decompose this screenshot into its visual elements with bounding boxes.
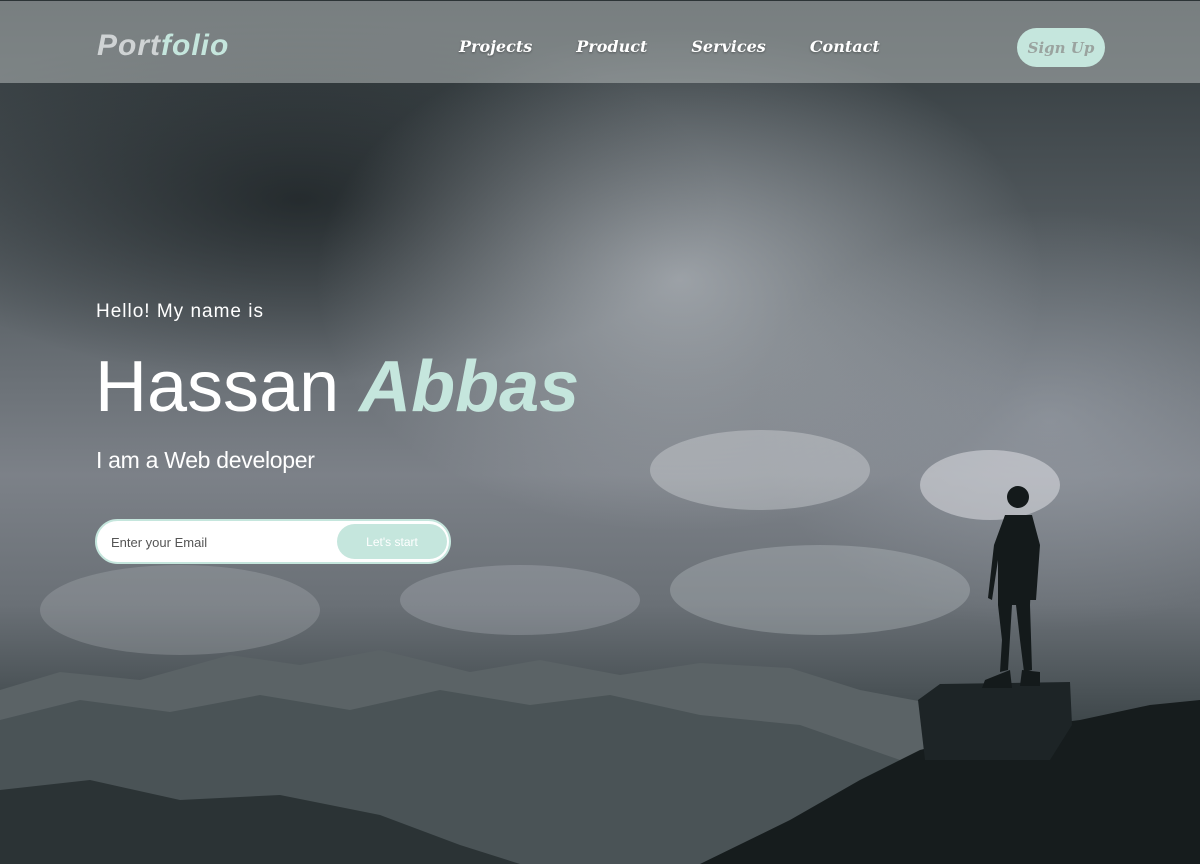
lets-start-button[interactable]: Let's start [337,524,447,559]
navbar: Portfolio Projects Product Services Cont… [0,0,1200,83]
sign-up-button[interactable]: Sign Up [1017,28,1105,67]
logo-text-part1: Port [97,29,161,62]
hero-background-image [0,0,1200,864]
email-input[interactable] [109,521,338,562]
hero-role: I am a Web developer [96,447,315,473]
hero-last-name: Abbas [359,347,580,427]
hero-name: Hassan Abbas [95,345,579,429]
hero-greeting: Hello! My name is [96,301,264,322]
nav-link-services[interactable]: Services [691,37,765,56]
site-logo[interactable]: Portfolio [97,29,229,63]
nav-link-contact[interactable]: Contact [810,37,880,56]
nav-link-projects[interactable]: Projects [459,37,532,56]
email-signup-form: Let's start [95,519,451,564]
logo-text-part2: folio [161,29,230,62]
hero-first-name: Hassan [95,347,340,427]
nav-links: Projects Product Services Contact [459,37,880,56]
nav-link-product[interactable]: Product [576,37,647,56]
